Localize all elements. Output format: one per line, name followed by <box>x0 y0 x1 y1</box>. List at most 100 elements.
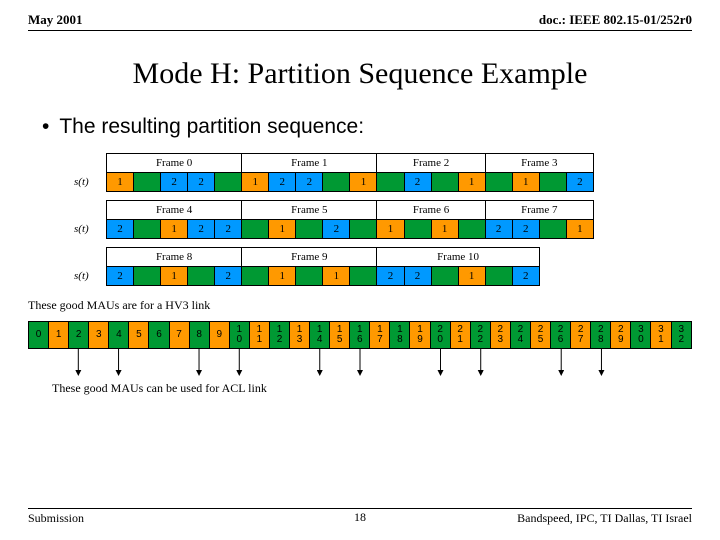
partition-cell: 2 <box>485 220 512 239</box>
header-bar: May 2001 doc.: IEEE 802.15-01/252r0 <box>28 12 692 31</box>
mau-cell: 17 <box>370 322 390 349</box>
partition-cell: 1 <box>377 220 404 239</box>
partition-cell <box>539 173 566 192</box>
partition-cell <box>323 173 350 192</box>
partition-cell: 1 <box>431 220 458 239</box>
mau-cell: 4 <box>109 322 129 349</box>
note-hv3: These good MAUs are for a HV3 link <box>28 298 692 313</box>
partition-cell: 2 <box>404 173 431 192</box>
partition-cell: 2 <box>188 173 215 192</box>
mau-cell: 21 <box>450 322 470 349</box>
mau-cell: 5 <box>129 322 149 349</box>
partition-cell <box>404 220 431 239</box>
mau-cell: 7 <box>169 322 189 349</box>
partition-cell: 2 <box>512 267 539 286</box>
mau-table: 0123456789101112131415161718192021222324… <box>28 321 692 349</box>
partition-cell: 1 <box>161 220 188 239</box>
footer-page: 18 <box>28 510 692 525</box>
partition-cell: 2 <box>107 220 134 239</box>
header-date: May 2001 <box>28 12 83 28</box>
partition-cell: 2 <box>323 220 350 239</box>
frame-header: Frame 0 <box>107 154 242 173</box>
mau-cell: 28 <box>591 322 611 349</box>
mau-cell: 13 <box>290 322 310 349</box>
partition-cell: 2 <box>512 220 539 239</box>
mau-table-wrap: 0123456789101112131415161718192021222324… <box>28 321 692 379</box>
partition-cell: 1 <box>512 173 539 192</box>
partition-cell <box>242 267 269 286</box>
mau-cell: 1 <box>49 322 69 349</box>
frame-header: Frame 2 <box>377 154 485 173</box>
partition-cell: 1 <box>566 220 593 239</box>
partition-cell: 1 <box>269 267 296 286</box>
partition-cell <box>458 220 485 239</box>
mau-cell: 26 <box>551 322 571 349</box>
frame-header: Frame 7 <box>485 201 593 220</box>
partition-cell <box>242 220 269 239</box>
partition-cell <box>539 220 566 239</box>
mau-cell: 14 <box>310 322 330 349</box>
frame-header: Frame 4 <box>107 201 242 220</box>
mau-cell: 12 <box>269 322 289 349</box>
partition-cell: 2 <box>296 173 323 192</box>
st-label: s(t) <box>74 173 107 192</box>
partition-cell <box>485 267 512 286</box>
mau-arrows <box>28 349 692 379</box>
mau-cell: 22 <box>470 322 490 349</box>
partition-cell: 2 <box>566 173 593 192</box>
partition-cell: 2 <box>188 220 215 239</box>
partition-cell <box>134 220 161 239</box>
partition-cell <box>350 220 377 239</box>
partition-cell <box>188 267 215 286</box>
mau-cell: 29 <box>611 322 631 349</box>
partition-cell: 2 <box>161 173 188 192</box>
partition-figure: Frame 0Frame 1Frame 2Frame 3s(t)12212212… <box>74 153 594 294</box>
mau-cell: 8 <box>189 322 209 349</box>
footer: Submission Bandspeed, IPC, TI Dallas, TI… <box>28 508 692 526</box>
frame-header: Frame 1 <box>242 154 377 173</box>
st-label: s(t) <box>74 220 107 239</box>
mau-cell: 3 <box>89 322 109 349</box>
mau-cell: 24 <box>510 322 530 349</box>
mau-cell: 15 <box>330 322 350 349</box>
frame-header: Frame 5 <box>242 201 377 220</box>
partition-cell <box>296 267 323 286</box>
header-doc: doc.: IEEE 802.15-01/252r0 <box>539 12 692 28</box>
partition-cell: 1 <box>269 220 296 239</box>
mau-cell: 2 <box>69 322 89 349</box>
mau-cell: 11 <box>249 322 269 349</box>
note-acl: These good MAUs can be used for ACL link <box>52 381 692 396</box>
mau-cell: 6 <box>149 322 169 349</box>
frame-header: Frame 10 <box>377 248 539 267</box>
page-title: Mode H: Partition Sequence Example <box>28 57 692 91</box>
partition-cell <box>215 173 242 192</box>
partition-cell: 1 <box>107 173 134 192</box>
mau-cell: 30 <box>631 322 651 349</box>
bullet-text: The resulting partition sequence: <box>59 115 364 139</box>
partition-cell: 1 <box>242 173 269 192</box>
partition-cell: 1 <box>458 173 485 192</box>
partition-cell <box>485 173 512 192</box>
mau-cell: 0 <box>29 322 49 349</box>
mau-cell: 27 <box>571 322 591 349</box>
partition-cell <box>377 173 404 192</box>
partition-cell: 1 <box>350 173 377 192</box>
mau-cell: 25 <box>530 322 550 349</box>
partition-cell: 1 <box>458 267 485 286</box>
partition-cell: 2 <box>215 267 242 286</box>
frame-header: Frame 8 <box>107 248 242 267</box>
partition-cell: 2 <box>377 267 404 286</box>
frame-header: Frame 9 <box>242 248 377 267</box>
partition-cell <box>431 173 458 192</box>
partition-cell: 2 <box>215 220 242 239</box>
partition-cell: 2 <box>269 173 296 192</box>
frame-header: Frame 6 <box>377 201 485 220</box>
partition-cell <box>134 267 161 286</box>
mau-cell: 32 <box>671 322 692 349</box>
frame-header: Frame 3 <box>485 154 593 173</box>
mau-cell: 19 <box>410 322 430 349</box>
mau-cell: 16 <box>350 322 370 349</box>
mau-cell: 18 <box>390 322 410 349</box>
partition-cell: 2 <box>404 267 431 286</box>
partition-cell <box>431 267 458 286</box>
